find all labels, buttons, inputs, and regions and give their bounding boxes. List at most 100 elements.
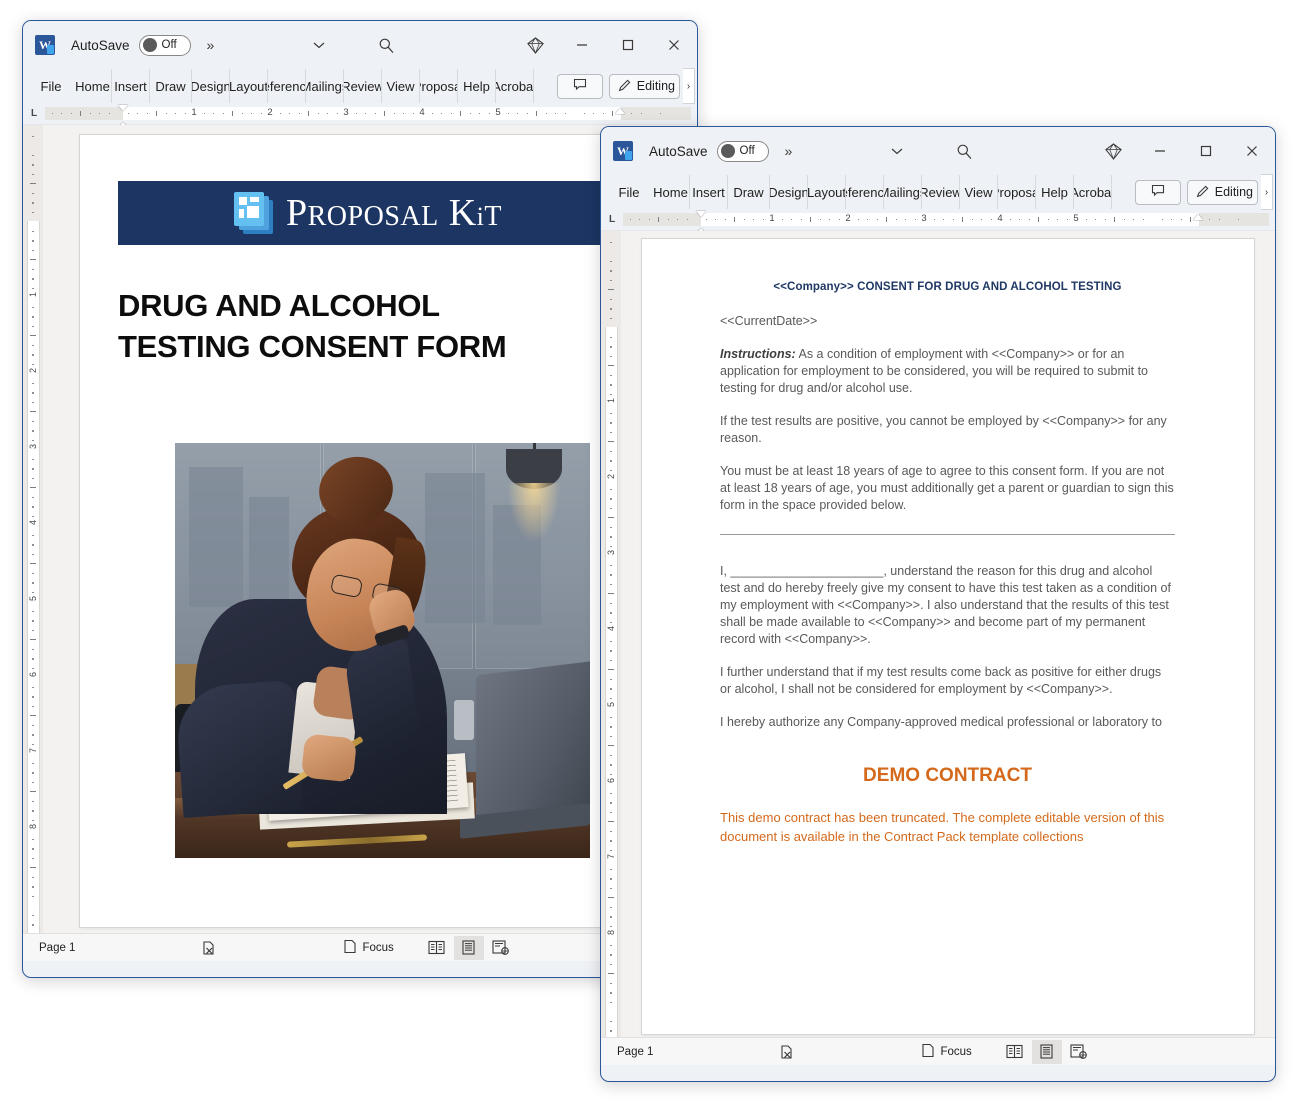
tab-file[interactable]: File	[28, 69, 74, 103]
first-line-indent-marker[interactable]	[696, 211, 706, 217]
comment-icon	[1151, 184, 1165, 200]
comments-button[interactable]	[556, 73, 603, 99]
ribbon-overflow-chevron-icon[interactable]: ›	[683, 68, 695, 104]
ruler-number: 3	[921, 213, 927, 224]
maximize-icon[interactable]	[1183, 127, 1229, 175]
tab-insert[interactable]: Insert	[690, 175, 728, 209]
document-title-line2: TESTING CONSENT FORM	[118, 329, 507, 365]
spelling-check-icon[interactable]	[779, 1044, 795, 1060]
focus-mode-button[interactable]: Focus	[343, 939, 394, 957]
print-layout-icon[interactable]	[1031, 1039, 1062, 1064]
tab-design[interactable]: Design	[770, 175, 808, 209]
tab-home[interactable]: Home	[652, 175, 690, 209]
paragraph-authorization: I hereby authorize any Company-approved …	[720, 715, 1162, 729]
web-layout-icon[interactable]	[1064, 1040, 1094, 1064]
tab-mailings[interactable]: Mailings	[884, 175, 922, 209]
paragraph-further-understanding: I further understand that if my test res…	[720, 665, 1162, 696]
cover-illustration[interactable]	[175, 443, 590, 858]
status-page-number[interactable]: Page 1	[39, 942, 75, 954]
print-layout-icon[interactable]	[453, 935, 484, 960]
spelling-check-icon[interactable]	[201, 940, 217, 956]
editing-mode-button[interactable]: Editing	[1186, 179, 1258, 205]
status-page-number[interactable]: Page 1	[617, 1046, 653, 1058]
quick-access-more-icon[interactable]: »	[785, 143, 793, 159]
vertical-ruler-number: 3	[28, 444, 38, 450]
tab-draw[interactable]: Draw	[728, 175, 770, 209]
document-page-1[interactable]: <<Company>> CONSENT FOR DRUG AND ALCOHOL…	[642, 239, 1254, 1034]
vertical-ruler-number: 4	[606, 626, 616, 632]
tab-help[interactable]: Help	[458, 69, 496, 103]
tab-insert[interactable]: Insert	[112, 69, 150, 103]
window-controls	[511, 21, 697, 69]
paragraph-age-requirement: You must be at least 18 years of age to …	[720, 464, 1174, 512]
tab-proposal[interactable]: Proposal	[420, 69, 458, 103]
minimize-icon[interactable]	[559, 21, 605, 69]
tab-layout[interactable]: Layout	[230, 69, 268, 103]
word-window-cover-document[interactable]: W AutoSave Off » File Home Insert Draw D…	[22, 20, 698, 978]
autosave-toggle[interactable]: Off	[138, 34, 191, 56]
titlebar: W AutoSave Off »	[601, 127, 1275, 175]
focus-mode-button[interactable]: Focus	[921, 1043, 972, 1061]
first-line-indent-marker[interactable]	[118, 105, 128, 111]
focus-icon	[921, 1043, 935, 1061]
ruler-track: 1 2 3 4 5	[45, 105, 691, 135]
page-canvas[interactable]: <<Company>> CONSENT FOR DRUG AND ALCOHOL…	[621, 231, 1275, 1037]
tab-acrobat[interactable]: Acrobat	[1074, 175, 1112, 209]
document-page-1[interactable]: PROPOSAL KiT DRUG AND ALCOHOL TESTING CO…	[80, 135, 620, 927]
tab-design[interactable]: Design	[192, 69, 230, 103]
tab-draw[interactable]: Draw	[150, 69, 192, 103]
tab-help[interactable]: Help	[1036, 175, 1074, 209]
tab-acrobat[interactable]: Acrobat	[496, 69, 534, 103]
section-divider	[720, 534, 1175, 535]
horizontal-ruler[interactable]: L 1 2 3 4 5	[23, 103, 697, 135]
close-icon[interactable]	[651, 21, 697, 69]
vertical-ruler-number: 1	[606, 398, 616, 404]
maximize-icon[interactable]	[605, 21, 651, 69]
tab-stop-selector[interactable]: L	[23, 108, 45, 119]
autosave-toggle[interactable]: Off	[716, 140, 769, 162]
copilot-diamond-icon[interactable]	[1089, 127, 1137, 175]
tab-layout[interactable]: Layout	[808, 175, 846, 209]
close-icon[interactable]	[1229, 127, 1275, 175]
proposal-kit-logo: PROPOSAL KiT	[233, 192, 503, 234]
minimize-icon[interactable]	[1137, 127, 1183, 175]
vertical-ruler[interactable]: 1 2 3 4 5 6 7 8	[23, 125, 43, 933]
document-body[interactable]: <<Company>> CONSENT FOR DRUG AND ALCOHOL…	[720, 281, 1175, 847]
chevron-down-icon[interactable]	[308, 34, 330, 56]
tab-review[interactable]: Review	[344, 69, 382, 103]
ribbon-overflow-chevron-icon[interactable]: ›	[1261, 174, 1273, 210]
editing-mode-button[interactable]: Editing	[608, 73, 680, 99]
read-mode-icon[interactable]	[422, 936, 452, 960]
right-indent-marker[interactable]	[1193, 214, 1203, 220]
search-icon[interactable]	[373, 32, 399, 58]
tab-proposal[interactable]: Proposal	[998, 175, 1036, 209]
page-canvas[interactable]: PROPOSAL KiT DRUG AND ALCOHOL TESTING CO…	[43, 125, 697, 933]
vertical-ruler-number: 3	[606, 550, 616, 556]
comments-button[interactable]	[1134, 179, 1181, 205]
autosave-toggle-knob	[720, 144, 735, 158]
proposal-kit-banner: PROPOSAL KiT	[118, 181, 618, 245]
web-layout-icon[interactable]	[486, 936, 516, 960]
proposal-kit-wordmark: PROPOSAL KiT	[285, 192, 503, 234]
autosave-state-label: Off	[739, 145, 755, 157]
tab-view[interactable]: View	[382, 69, 420, 103]
tab-stop-selector[interactable]: L	[601, 214, 623, 225]
tab-file[interactable]: File	[606, 175, 652, 209]
tab-references[interactable]: References	[846, 175, 884, 209]
copilot-diamond-icon[interactable]	[511, 21, 559, 69]
tab-mailings[interactable]: Mailings	[306, 69, 344, 103]
vertical-ruler[interactable]: 1 2 3 4 5 6 7 8	[601, 231, 621, 1037]
tab-review[interactable]: Review	[922, 175, 960, 209]
horizontal-ruler[interactable]: L 1 2 3 4 5	[601, 209, 1275, 241]
tab-references[interactable]: References	[268, 69, 306, 103]
quick-access-more-icon[interactable]: »	[207, 37, 215, 53]
right-indent-marker[interactable]	[615, 108, 625, 114]
search-icon[interactable]	[951, 138, 977, 164]
word-window-consent-form[interactable]: W AutoSave Off » File Home Insert Draw D…	[600, 126, 1276, 1082]
tab-view[interactable]: View	[960, 175, 998, 209]
tab-home[interactable]: Home	[74, 69, 112, 103]
ribbon-tabs: File Home Insert Draw Design Layout Refe…	[23, 68, 697, 104]
chevron-down-icon[interactable]	[886, 140, 908, 162]
ribbon-right-controls: Editing ›	[556, 68, 697, 104]
read-mode-icon[interactable]	[1000, 1040, 1030, 1064]
